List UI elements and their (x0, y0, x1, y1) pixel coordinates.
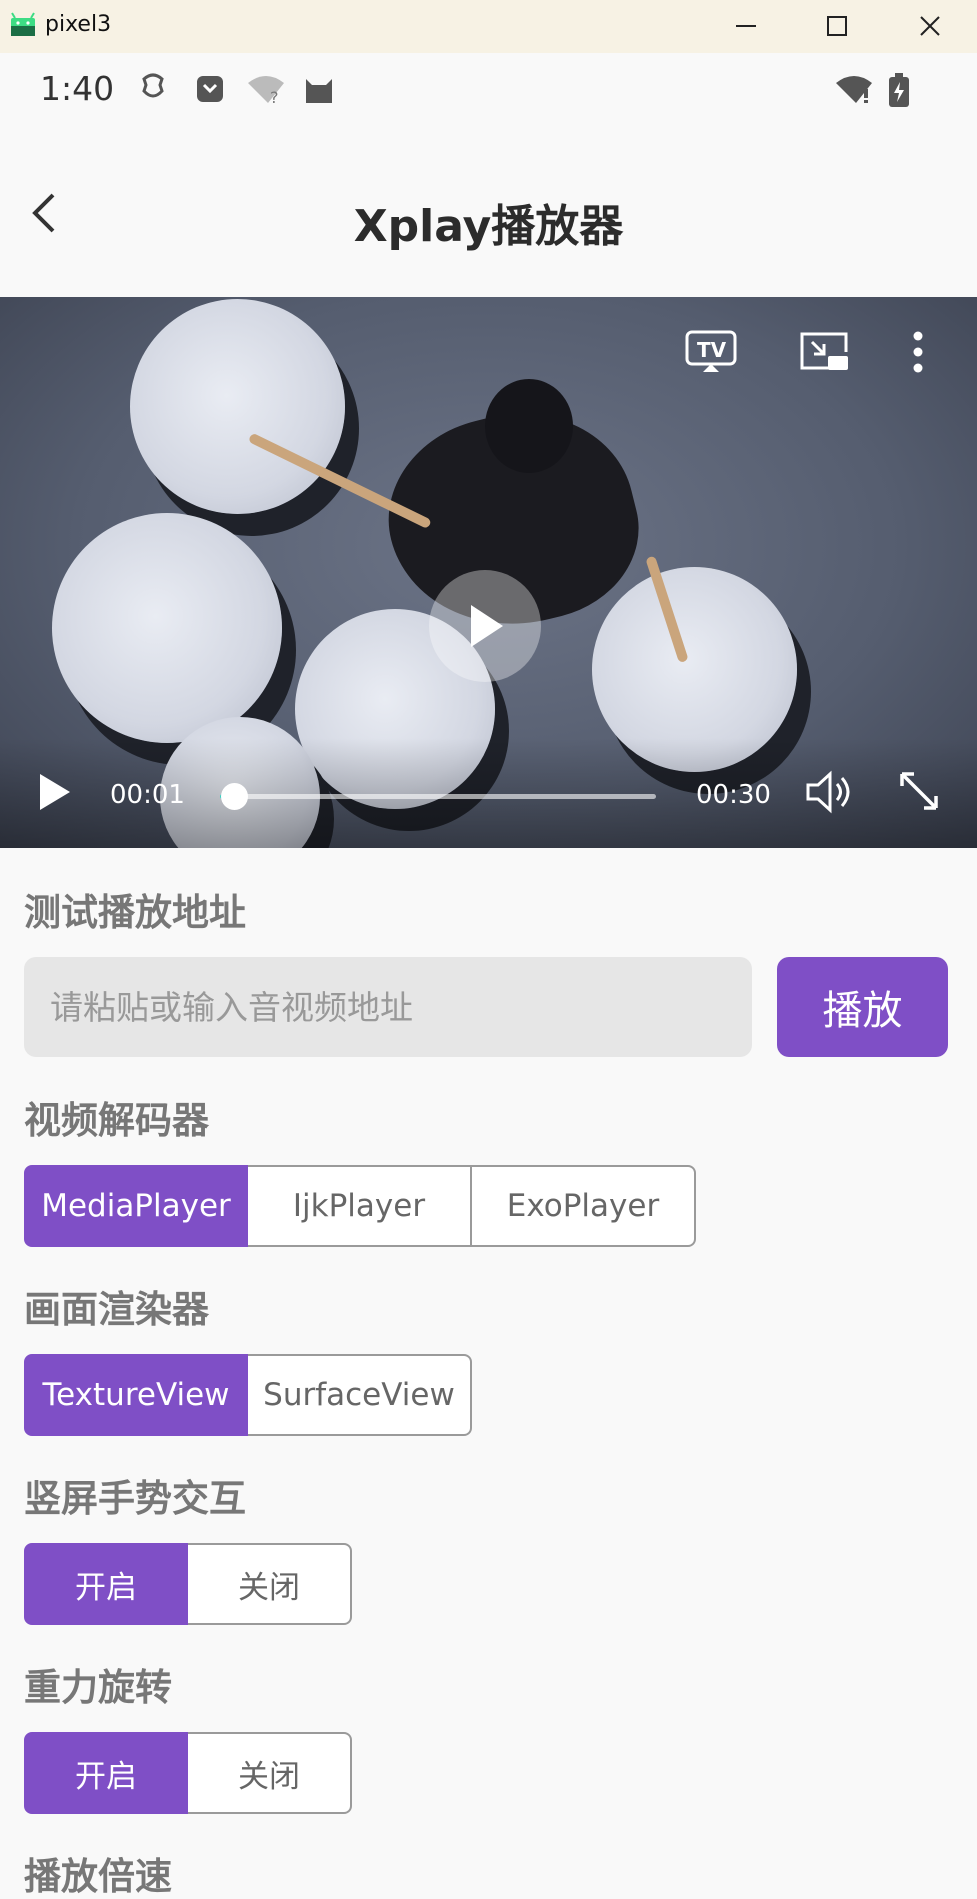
svg-text:?: ? (270, 88, 279, 105)
decoder-option-ijkplayer[interactable]: IjkPlayer (248, 1165, 472, 1247)
gravity-option-off[interactable]: 关闭 (188, 1732, 352, 1814)
decoder-option-mediaplayer[interactable]: MediaPlayer (24, 1165, 248, 1247)
center-play-button[interactable] (429, 570, 541, 682)
window-title-bar: pixel3 (0, 0, 977, 53)
renderer-option-surfaceview[interactable]: SurfaceView (248, 1354, 472, 1436)
decoder-section-title: 视频解码器 (24, 1099, 209, 1142)
battery-charging-icon (889, 73, 909, 107)
gesture-segmented-control: 开启 关闭 (24, 1543, 352, 1625)
play-icon (471, 605, 503, 647)
renderer-section-title: 画面渲染器 (24, 1288, 209, 1331)
seek-bar[interactable] (220, 783, 656, 810)
renderer-segmented-control: TextureView SurfaceView (24, 1354, 472, 1436)
maximize-button[interactable] (807, 6, 867, 46)
minimize-button[interactable] (716, 6, 776, 46)
gravity-option-on[interactable]: 开启 (24, 1732, 188, 1814)
wifi-icon (836, 76, 872, 103)
video-frame-drum (52, 513, 282, 743)
notification-icon (142, 73, 164, 98)
page-title: Xplay播放器 (353, 201, 624, 252)
gesture-option-on[interactable]: 开启 (24, 1543, 188, 1625)
svg-text:TV: TV (697, 338, 727, 362)
cast-tv-button[interactable]: TV (683, 327, 739, 377)
window-title: pixel3 (45, 12, 112, 37)
duration-time: 00:30 (696, 780, 771, 810)
gravity-segmented-control: 开启 关闭 (24, 1732, 352, 1814)
phone-screen: 1:40 ? Xplay播放器 TV 00:01 00:30 测试播放地址 请粘… (0, 53, 977, 1899)
pip-icon (800, 332, 848, 370)
maximize-icon (827, 16, 847, 36)
gravity-section-title: 重力旋转 (24, 1666, 172, 1709)
app-notification-icon (197, 76, 223, 102)
video-player[interactable]: TV 00:01 00:30 (0, 297, 977, 848)
renderer-option-textureview[interactable]: TextureView (24, 1354, 248, 1436)
video-frame-drum (130, 299, 345, 514)
minimize-icon (736, 25, 756, 27)
cat-icon (306, 79, 332, 103)
decoder-segmented-control: MediaPlayer IjkPlayer ExoPlayer (24, 1165, 696, 1247)
fullscreen-icon (900, 772, 938, 810)
fullscreen-button[interactable] (898, 770, 944, 816)
url-section-title: 测试播放地址 (24, 891, 246, 934)
gesture-section-title: 竖屏手势交互 (24, 1477, 246, 1520)
wifi-unknown-icon: ? (248, 76, 284, 105)
url-input[interactable] (24, 957, 752, 1057)
speed-section-title: 播放倍速 (24, 1855, 172, 1898)
close-icon (920, 16, 940, 36)
android-icon (11, 12, 35, 36)
video-frame-drummer-head (485, 379, 573, 473)
picture-in-picture-button[interactable] (796, 327, 852, 377)
decoder-option-exoplayer[interactable]: ExoPlayer (472, 1165, 696, 1247)
current-time: 00:01 (110, 780, 185, 810)
status-bar: 1:40 ? (0, 53, 977, 125)
gesture-option-off[interactable]: 关闭 (188, 1543, 352, 1625)
seek-bar-thumb[interactable] (221, 783, 249, 810)
player-controls: 00:01 00:30 (0, 738, 977, 848)
volume-icon (806, 770, 850, 814)
status-time: 1:40 (40, 69, 115, 108)
play-url-button[interactable]: 播放 (777, 957, 948, 1057)
play-icon (40, 774, 70, 810)
volume-button[interactable] (804, 770, 856, 816)
play-pause-button[interactable] (34, 770, 80, 816)
tv-cast-icon: TV (685, 330, 737, 372)
close-button[interactable] (900, 6, 960, 46)
more-options-button[interactable] (900, 327, 936, 377)
more-vert-icon (913, 331, 923, 373)
